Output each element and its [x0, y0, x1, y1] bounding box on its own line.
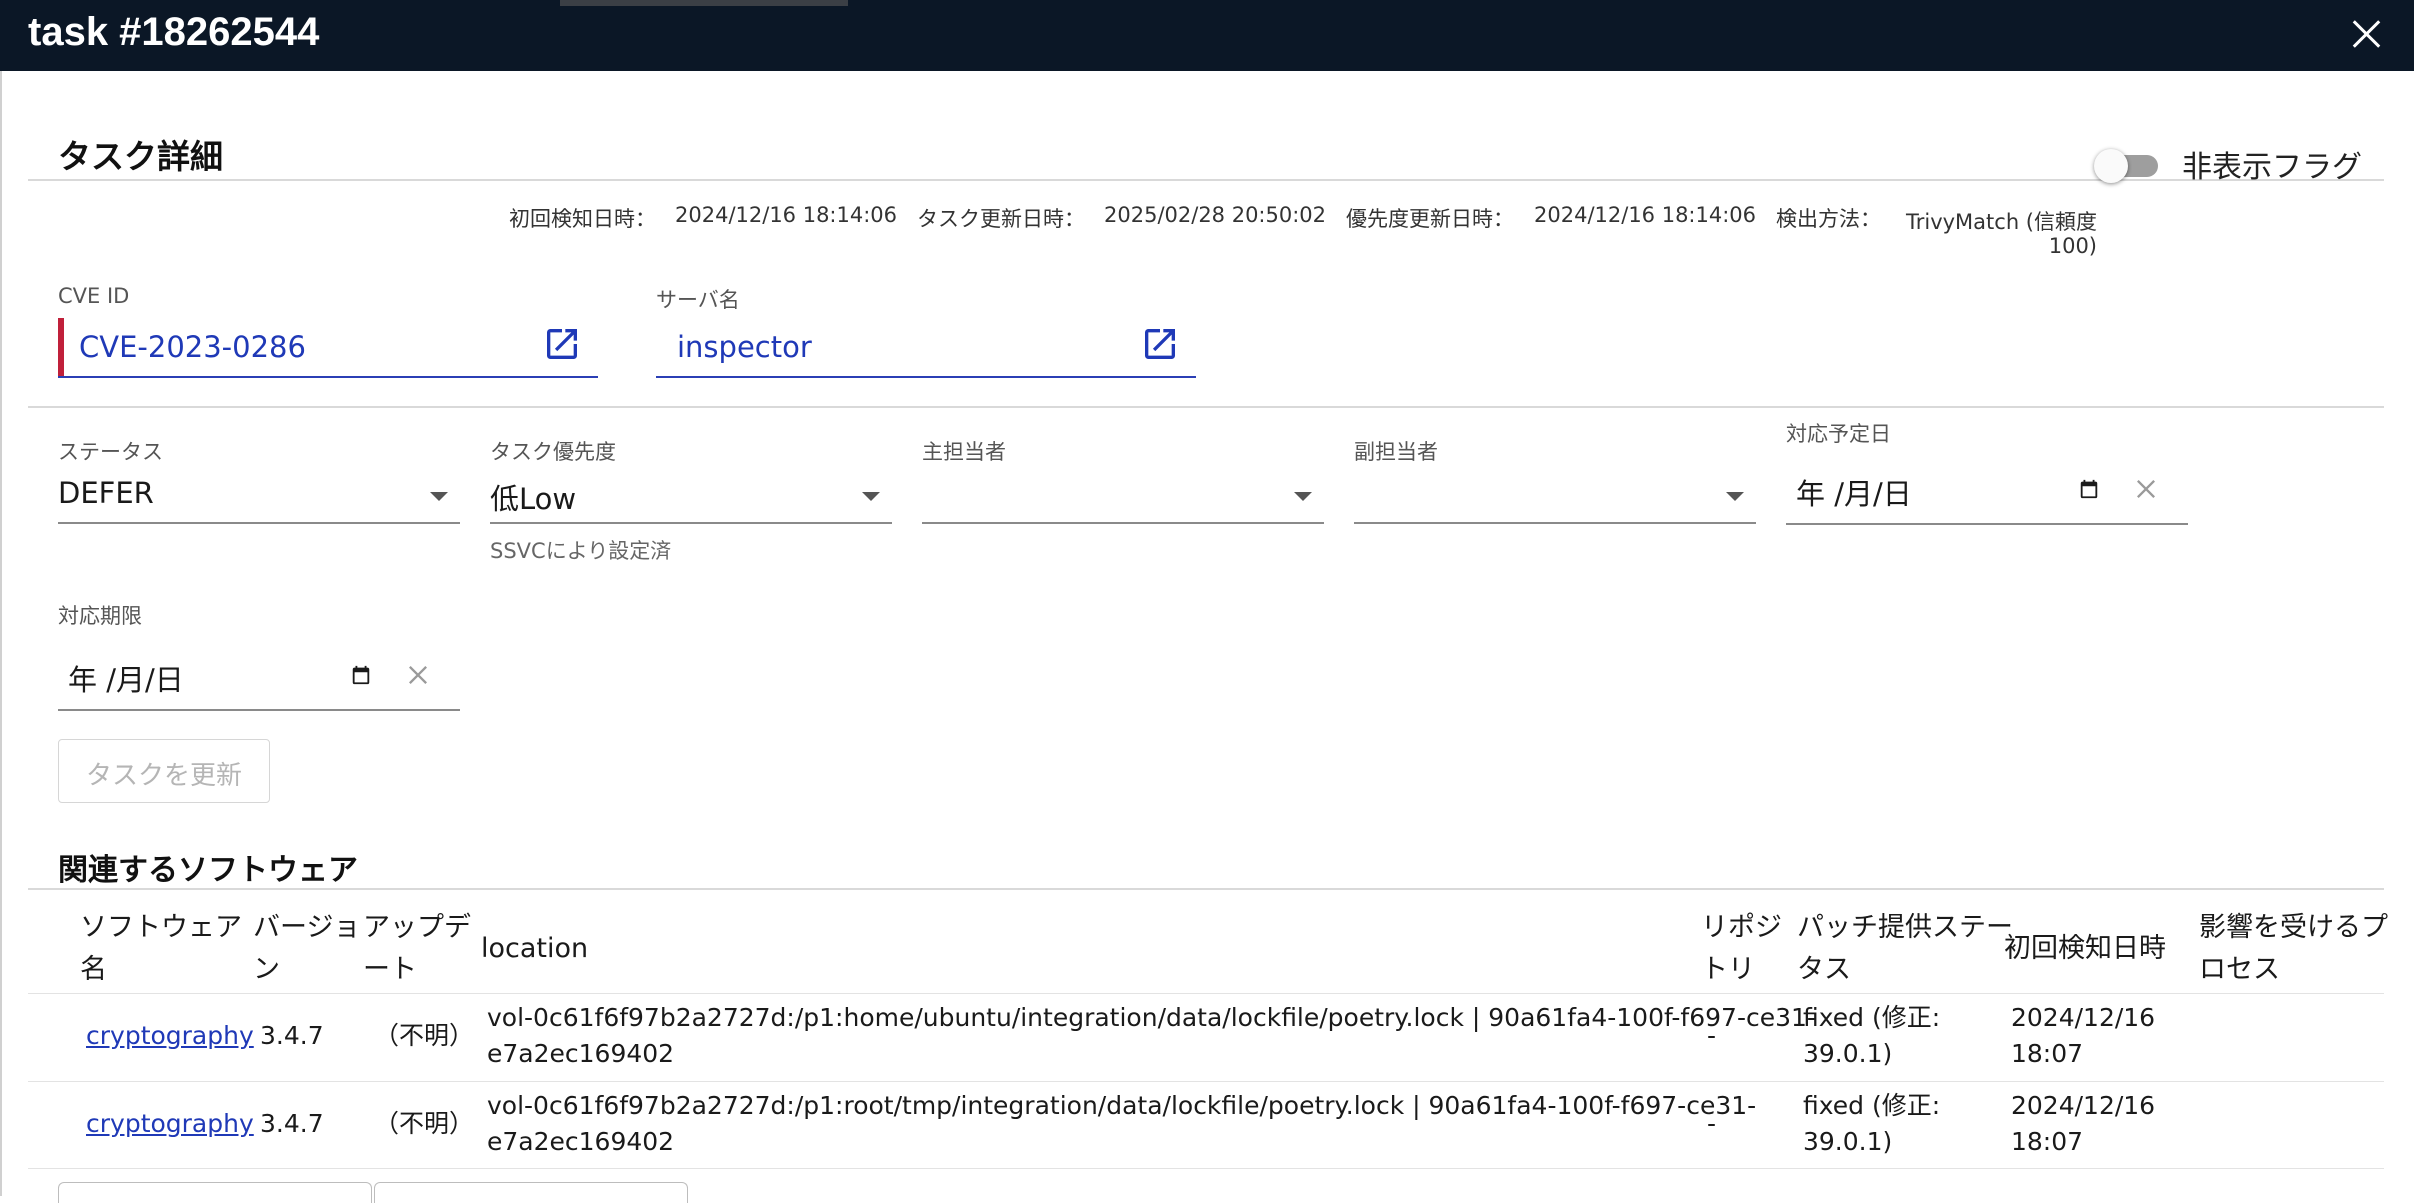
- task-updated-label: タスク更新日時：: [917, 207, 1085, 231]
- cve-id-field[interactable]: CVE-2023-0286: [58, 318, 598, 378]
- planned-date-label: 対応予定日: [1786, 422, 1891, 446]
- update-cell: （不明）: [374, 1109, 475, 1138]
- deadline-input[interactable]: 年 /月/日: [58, 643, 460, 711]
- tab-indicator: [560, 0, 848, 6]
- col-repo-header-1: リポジ: [1701, 912, 1782, 943]
- dialog-border: [0, 71, 2, 1196]
- version-cell: 3.4.7: [260, 1021, 324, 1050]
- col-name-header-2: 名: [80, 954, 107, 985]
- divider: [28, 406, 2384, 408]
- row-divider: [28, 1168, 2384, 1169]
- col-process-header-1: 影響を受けるプ: [2199, 912, 2388, 943]
- location-cell-2: e7a2ec169402: [487, 1039, 675, 1068]
- chevron-down-icon: [1294, 492, 1312, 501]
- priority-helper-text: SSVCにより設定済: [490, 539, 672, 563]
- col-patch-header-2: タス: [1797, 954, 1851, 985]
- calendar-icon[interactable]: [350, 664, 372, 686]
- deadline-value[interactable]: 年 /月/日: [68, 657, 184, 699]
- status-label: ステータス: [58, 440, 163, 464]
- section-title-related-software: 関連するソフトウェア: [58, 853, 358, 888]
- window-title: task #18262544: [28, 10, 320, 54]
- task-updated-value: 2025/02/28 20:50:02: [1104, 203, 1327, 227]
- first-detected-cell-2: 18:07: [2011, 1127, 2084, 1156]
- patch-status-cell-2: 39.0.1): [1803, 1127, 1893, 1156]
- col-process-header-2: ロセス: [2199, 954, 2280, 985]
- first-detected-cell-1: 2024/12/16: [2011, 1091, 2156, 1120]
- sub-assignee-select[interactable]: [1354, 464, 1756, 524]
- col-name-header-1: ソフトウェア: [80, 912, 242, 943]
- sub-assignee-label: 副担当者: [1354, 440, 1438, 464]
- status-value: DEFER: [58, 476, 154, 510]
- hide-flag-toggle[interactable]: [2094, 147, 2162, 183]
- col-version-header-1: バージョ: [253, 912, 361, 943]
- planned-date-input[interactable]: 年 /月/日: [1786, 457, 2188, 525]
- clear-icon[interactable]: [404, 661, 432, 689]
- col-repo-header-2: トリ: [1701, 954, 1755, 985]
- bottom-tab[interactable]: [374, 1182, 688, 1203]
- detection-method-label: 検出方法：: [1776, 207, 1881, 231]
- cve-id-label: CVE ID: [58, 284, 130, 308]
- version-cell: 3.4.7: [260, 1109, 324, 1138]
- title-bar: task #18262544: [0, 0, 2414, 71]
- patch-status-cell-1: fixed (修正:: [1803, 1003, 1941, 1032]
- bottom-tab[interactable]: [58, 1182, 372, 1203]
- divider: [28, 179, 2384, 181]
- hide-flag-label: 非表示フラグ: [2182, 150, 2362, 185]
- calendar-icon[interactable]: [2078, 478, 2100, 500]
- server-name-value[interactable]: inspector: [677, 330, 812, 364]
- chevron-down-icon: [862, 492, 880, 501]
- detection-method-value-1: TrivyMatch (信頼度: [1905, 210, 2097, 234]
- divider: [28, 888, 2384, 890]
- repo-cell: -: [1707, 1021, 1717, 1050]
- update-task-label: タスクを更新: [85, 761, 242, 791]
- chevron-down-icon: [430, 492, 448, 501]
- task-priority-label: タスク優先度: [490, 440, 616, 464]
- patch-status-cell-2: 39.0.1): [1803, 1039, 1893, 1068]
- patch-status-cell-1: fixed (修正:: [1803, 1091, 1941, 1120]
- first-detected-value: 2024/12/16 18:14:06: [675, 203, 898, 227]
- first-detected-cell-2: 18:07: [2011, 1039, 2084, 1068]
- planned-date-value[interactable]: 年 /月/日: [1796, 471, 1912, 513]
- assignee-select[interactable]: [922, 464, 1324, 524]
- software-name-link[interactable]: cryptography: [86, 1018, 254, 1054]
- location-cell-2: e7a2ec169402: [487, 1127, 675, 1156]
- col-first-detected-header: 初回検知日時: [2004, 933, 2166, 964]
- priority-updated-value: 2024/12/16 18:14:06: [1534, 203, 1757, 227]
- col-version-header-2: ン: [253, 954, 280, 985]
- open-external-icon[interactable]: [1140, 324, 1180, 364]
- software-name-link[interactable]: cryptography: [86, 1106, 254, 1142]
- close-icon[interactable]: [2346, 14, 2386, 54]
- col-location-header: location: [481, 933, 589, 964]
- task-priority-select[interactable]: 低Low: [490, 464, 892, 524]
- location-cell-1: vol-0c61f6f97b2a2727d:/p1:root/tmp/integ…: [487, 1091, 1757, 1120]
- col-update-header-2: ート: [363, 954, 417, 985]
- open-external-icon[interactable]: [542, 324, 582, 364]
- server-name-field[interactable]: inspector: [656, 318, 1196, 378]
- server-name-label: サーバ名: [656, 288, 740, 312]
- clear-icon[interactable]: [2132, 475, 2160, 503]
- toggle-thumb: [2094, 149, 2128, 183]
- repo-cell: -: [1707, 1109, 1717, 1138]
- first-detected-cell-1: 2024/12/16: [2011, 1003, 2156, 1032]
- detection-method-value-2: 100): [2048, 234, 2097, 258]
- first-detected-label: 初回検知日時：: [509, 207, 656, 231]
- update-cell: （不明）: [374, 1021, 475, 1050]
- required-marker: [58, 318, 64, 376]
- priority-updated-label: 優先度更新日時：: [1346, 207, 1514, 231]
- assignee-label: 主担当者: [922, 440, 1006, 464]
- cve-id-value[interactable]: CVE-2023-0286: [79, 330, 306, 364]
- deadline-label: 対応期限: [58, 604, 142, 628]
- row-divider: [28, 993, 2384, 994]
- col-update-header-1: アップデ: [363, 912, 471, 943]
- row-divider: [28, 1081, 2384, 1082]
- col-patch-header-1: パッチ提供ステー: [1797, 912, 2013, 943]
- chevron-down-icon: [1726, 492, 1744, 501]
- task-priority-value: 低Low: [490, 482, 577, 516]
- status-select[interactable]: DEFER: [58, 464, 460, 524]
- update-task-button[interactable]: タスクを更新: [58, 739, 270, 803]
- location-cell-1: vol-0c61f6f97b2a2727d:/p1:home/ubuntu/in…: [487, 1003, 1816, 1032]
- section-title-task-details: タスク詳細: [58, 137, 223, 176]
